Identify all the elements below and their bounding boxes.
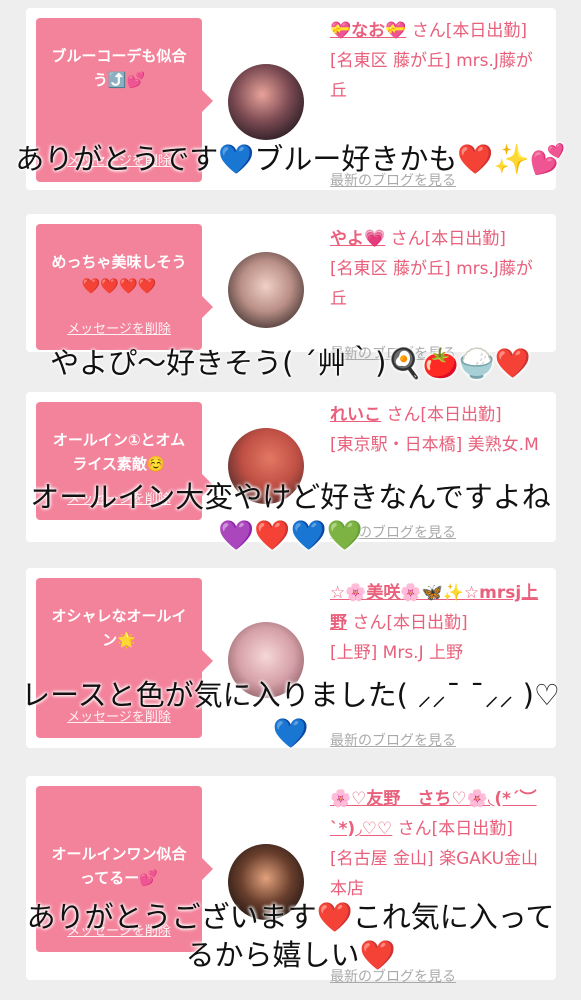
attendance-label: さん[本日出勤] [411,21,528,41]
message-bubble: めっちゃ美味しそう❤️❤️❤️❤️ メッセージを削除 [36,224,213,350]
profile-name-link[interactable]: 💝なお💝 [330,21,406,41]
message-text: オールイン①とオムライス素敵☺️ [52,431,186,473]
shop-area-link[interactable]: [東京駅・日本橋] 美熟女.M [330,435,539,455]
attendance-label: さん[本日出勤] [352,613,468,633]
profile-info: 💝なお💝 さん[本日出勤] [名東区 藤が丘] mrs.J藤が丘 最新のブログを… [330,16,548,189]
attendance-label: さん[本日出勤] [386,405,502,425]
profile-name-link[interactable]: やよ💗 [330,229,385,249]
profile-info: やよ💗 さん[本日出勤] [名東区 藤が丘] mrs.J藤が丘 最新のブログを見… [330,224,548,362]
profile-info: ☆🌸美咲🌸🦋✨☆mrsj上野 さん[本日出勤] [上野] Mrs.J 上野 最新… [330,578,548,749]
message-card: めっちゃ美味しそう❤️❤️❤️❤️ メッセージを削除 やよ💗 さん[本日出勤] … [26,214,556,362]
shop-area-link[interactable]: [名古屋 金山] 楽GAKU金山本店 [330,849,538,899]
message-text: オシャレなオールイン🌟 [51,607,187,649]
message-text: オールインワン似合ってるー💕 [51,845,187,887]
overlay-caption: レースと色が気に入りました( ⸝⸝¯ ¯⸝⸝ )♡💙 [21,678,560,750]
profile-name-link[interactable]: れいこ [330,405,381,425]
message-text: めっちゃ美味しそう❤️❤️❤️❤️ [51,253,187,295]
shop-area-link[interactable]: [名東区 藤が丘] mrs.J藤が丘 [330,259,533,309]
attendance-label: さん[本日出勤] [390,229,506,249]
attendance-label: さん[本日出勤] [397,819,513,839]
overlay-caption: ありがとうございます❤️これ気に入ってるから嬉しい❤️ [26,900,555,972]
profile-info: 🌸♡友野 さち♡🌸◟(*´︶`*)◞♡♡ さん[本日出勤] [名古屋 金山] 楽… [330,784,548,985]
profile-info: れいこ さん[本日出勤] [東京駅・日本橋] 美熟女.M 最新のブログを見る [330,400,548,541]
shop-area-link[interactable]: [上野] Mrs.J 上野 [330,643,463,663]
overlay-caption: オールイン大変やけど好きなんですよね💜❤️💙💚 [30,480,551,552]
overlay-caption: ありがとうです💙ブルー好きかも❤️✨💕 [15,142,566,176]
avatar[interactable] [228,64,304,140]
message-text: ブルーコーデも似合う⤴️💕 [51,47,187,89]
shop-area-link[interactable]: [名東区 藤が丘] mrs.J藤が丘 [330,51,533,101]
overlay-caption: やよぴ〜好きそう( ´艸｀)🍳🍅🍚❤️ [50,346,531,380]
avatar[interactable] [228,252,304,328]
delete-message-link[interactable]: メッセージを削除 [36,318,202,342]
